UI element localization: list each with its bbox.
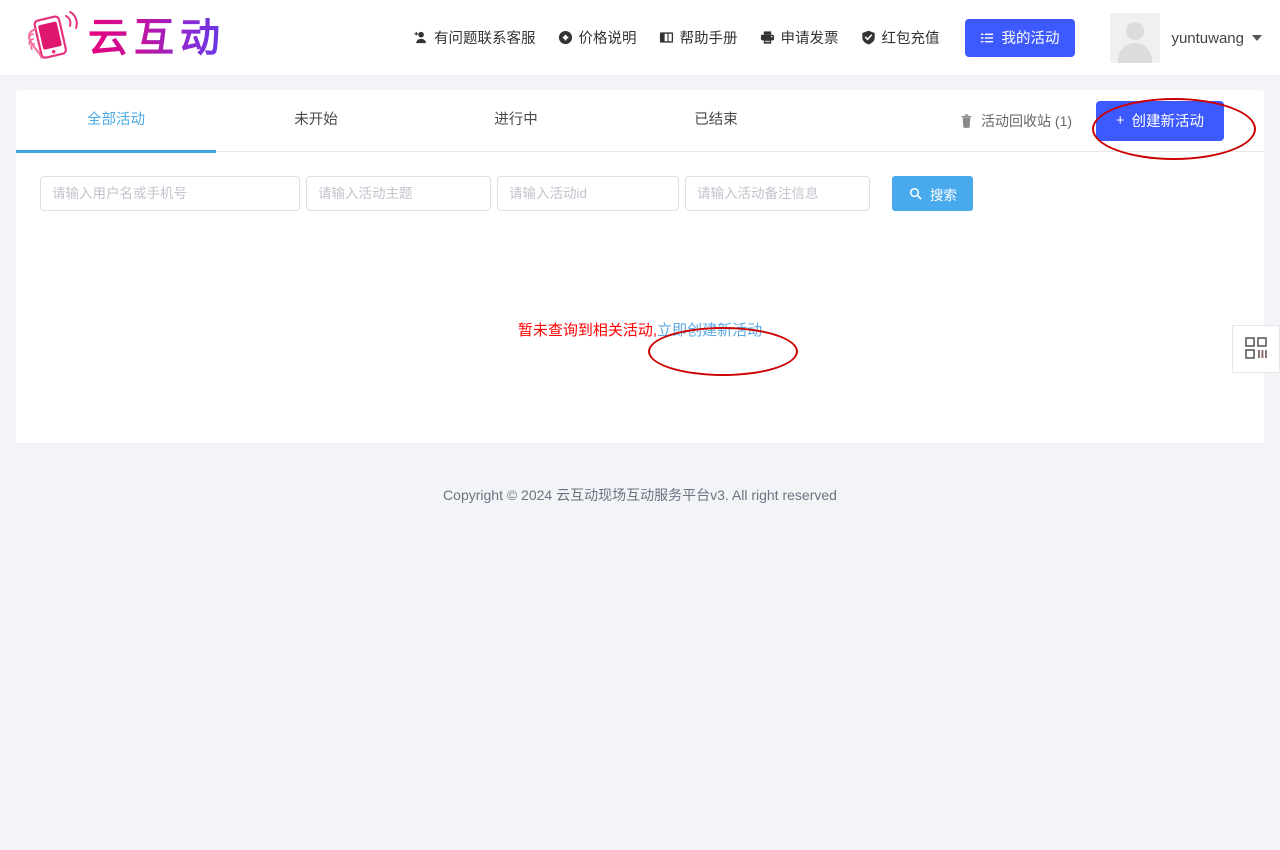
search-button[interactable]: 搜索 xyxy=(892,176,973,211)
activity-remark-input[interactable] xyxy=(685,176,870,211)
recycle-bin-label: 活动回收站 (1) xyxy=(981,111,1072,131)
create-new-activity-link[interactable]: 立即创建新活动 xyxy=(657,322,762,339)
user-plus-icon xyxy=(413,30,428,45)
activity-topic-input[interactable] xyxy=(306,176,491,211)
tab-all-activities[interactable]: 全部活动 xyxy=(16,90,216,152)
nav-label: 帮助手册 xyxy=(680,27,738,48)
search-icon xyxy=(908,186,923,201)
page-content: 全部活动 未开始 进行中 已结束 活动回收站 ( xyxy=(0,76,1280,443)
printer-icon xyxy=(760,30,775,45)
qr-code-widget[interactable] xyxy=(1232,325,1280,373)
brand-name: 云互动 xyxy=(88,18,232,58)
create-activity-label: 创建新活动 xyxy=(1132,110,1205,131)
nav-item-help-manual[interactable]: 帮助手册 xyxy=(648,21,749,54)
qr-code-icon xyxy=(1244,336,1268,363)
primary-nav: 有问题联系客服 价格说明 帮助手册 xyxy=(402,19,1075,57)
nav-item-redpacket-recharge[interactable]: 红包充值 xyxy=(850,21,951,54)
tab-in-progress[interactable]: 进行中 xyxy=(416,90,616,152)
hand-holding-phone-icon xyxy=(22,10,80,66)
nav-label: 红包充值 xyxy=(882,27,940,48)
tab-label: 未开始 xyxy=(294,112,338,128)
my-activity-label: 我的活动 xyxy=(1002,27,1060,48)
nav-item-pricing[interactable]: 价格说明 xyxy=(547,21,648,54)
nav-label: 有问题联系客服 xyxy=(434,27,536,48)
create-activity-button[interactable]: + 创建新活动 xyxy=(1096,101,1224,141)
empty-state: 暂未查询到相关活动,立即创建新活动 xyxy=(16,211,1264,340)
username-or-phone-input[interactable] xyxy=(40,176,300,211)
brand-logo[interactable]: 云互动 xyxy=(22,0,232,75)
book-icon xyxy=(659,30,674,45)
site-header: 云互动 有问题联系客服 价格说明 xyxy=(0,0,1280,76)
trash-icon xyxy=(959,113,974,128)
user-name: yuntuwang xyxy=(1171,30,1244,47)
copyright-text: Copyright © 2024 云互动现场互动服务平台v3. All righ… xyxy=(443,487,837,503)
tab-label: 已结束 xyxy=(694,112,738,128)
activity-id-input[interactable] xyxy=(497,176,679,211)
site-footer: Copyright © 2024 云互动现场互动服务平台v3. All righ… xyxy=(0,443,1280,505)
nav-item-invoice[interactable]: 申请发票 xyxy=(749,21,850,54)
nav-item-contact-support[interactable]: 有问题联系客服 xyxy=(402,21,547,54)
activity-tabs: 全部活动 未开始 进行中 已结束 活动回收站 ( xyxy=(16,90,1264,152)
my-activity-button[interactable]: 我的活动 xyxy=(965,19,1075,57)
activities-card: 全部活动 未开始 进行中 已结束 活动回收站 ( xyxy=(16,90,1264,443)
empty-state-message: 暂未查询到相关活动, xyxy=(518,322,657,339)
recycle-bin-link[interactable]: 活动回收站 (1) xyxy=(959,111,1072,131)
nav-label: 申请发票 xyxy=(781,27,839,48)
avatar xyxy=(1110,13,1160,63)
shield-check-icon xyxy=(861,30,876,45)
nav-label: 价格说明 xyxy=(579,27,637,48)
search-filter-bar: 搜索 xyxy=(16,152,1264,211)
search-label: 搜索 xyxy=(930,184,957,204)
user-menu[interactable]: yuntuwang xyxy=(1110,0,1262,76)
plus-icon: + xyxy=(1116,113,1124,129)
tab-not-started[interactable]: 未开始 xyxy=(216,90,416,152)
chevron-down-icon xyxy=(1252,35,1262,41)
tab-ended[interactable]: 已结束 xyxy=(616,90,816,152)
tab-label: 全部活动 xyxy=(87,112,145,128)
list-icon xyxy=(980,30,995,45)
tab-label: 进行中 xyxy=(494,112,538,128)
gear-circle-icon xyxy=(558,30,573,45)
